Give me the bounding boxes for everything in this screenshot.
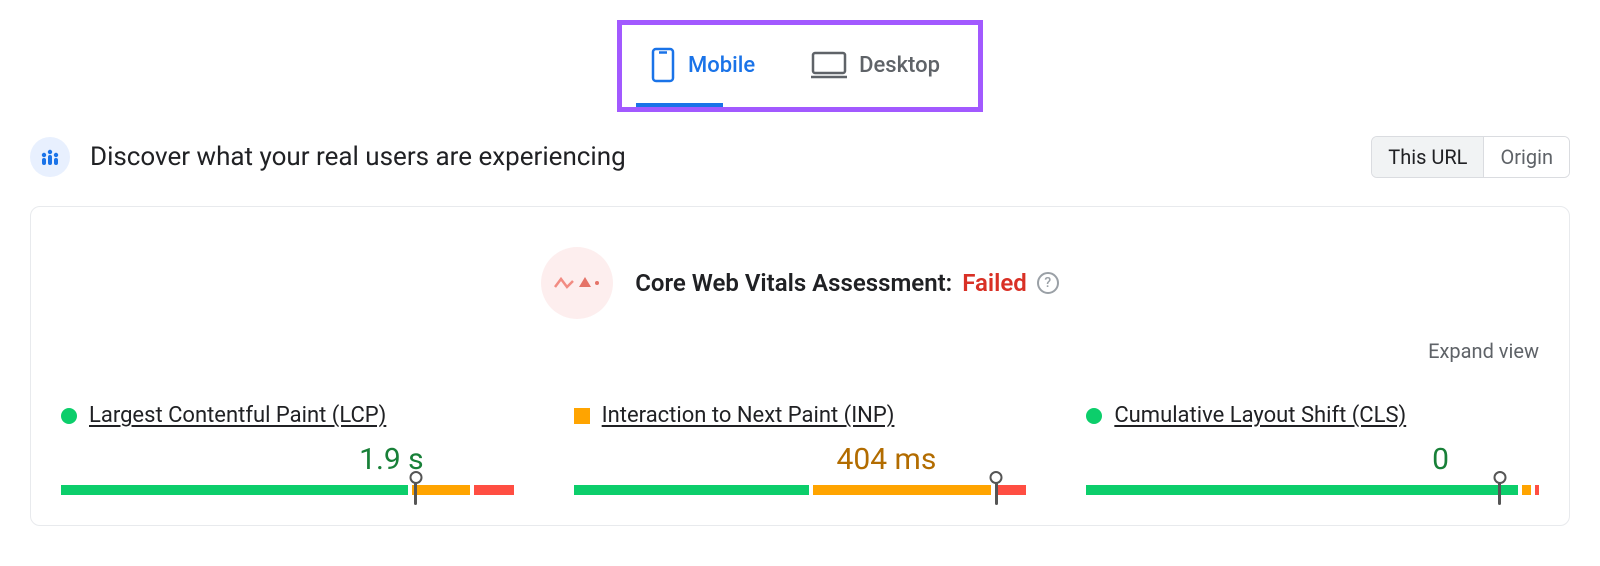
mobile-icon [650, 47, 676, 83]
metric-inp: Interaction to Next Paint (INP) 404 ms [574, 403, 1027, 495]
vitals-card: Core Web Vitals Assessment: Failed ? Exp… [30, 206, 1570, 526]
scope-origin[interactable]: Origin [1483, 137, 1569, 177]
metrics-grid: Largest Contentful Paint (LCP) 1.9 s Int… [61, 403, 1539, 495]
tab-mobile[interactable]: Mobile [632, 35, 773, 97]
bar-seg-ni [1522, 485, 1531, 495]
metric-inp-bar [574, 485, 1027, 495]
tab-desktop-label: Desktop [859, 53, 940, 78]
bar-seg-ni [412, 485, 470, 495]
bar-seg-ni [813, 485, 991, 495]
page-title: Discover what your real users are experi… [90, 142, 626, 172]
header-row: Discover what your real users are experi… [30, 136, 1570, 178]
assessment-status: Failed [962, 269, 1027, 297]
metric-lcp-name[interactable]: Largest Contentful Paint (LCP) [89, 403, 386, 428]
expand-row: Expand view [61, 339, 1539, 363]
metric-cls-bar [1086, 485, 1539, 495]
assessment-label: Core Web Vitals Assessment: [635, 269, 952, 297]
expand-view-link[interactable]: Expand view [1428, 339, 1539, 363]
users-icon [30, 137, 70, 177]
bar-seg-poor [474, 485, 514, 495]
device-tabs: Mobile Desktop [30, 20, 1570, 112]
bar-seg-good [574, 485, 810, 495]
assessment-row: Core Web Vitals Assessment: Failed ? [61, 247, 1539, 319]
metric-lcp: Largest Contentful Paint (LCP) 1.9 s [61, 403, 514, 495]
metric-cls-value: 0 [1086, 442, 1539, 477]
scope-this-url[interactable]: This URL [1372, 137, 1483, 177]
bar-seg-good [1086, 485, 1517, 495]
metric-cls-name[interactable]: Cumulative Layout Shift (CLS) [1114, 403, 1406, 428]
bar-seg-good [61, 485, 408, 495]
metric-cls: Cumulative Layout Shift (CLS) 0 [1086, 403, 1539, 495]
assessment-fail-icon [541, 247, 613, 319]
metric-lcp-value: 1.9 s [61, 442, 514, 477]
bar-seg-poor [995, 485, 1026, 495]
desktop-icon [811, 51, 847, 79]
bar-marker-icon [995, 475, 998, 505]
bar-seg-poor [1535, 485, 1539, 495]
tabs-highlight-box: Mobile Desktop [617, 20, 983, 112]
bar-marker-icon [414, 475, 417, 505]
header-left: Discover what your real users are experi… [30, 137, 626, 177]
status-dot-good-icon [61, 408, 77, 424]
scope-toggle: This URL Origin [1371, 136, 1570, 178]
assessment-text: Core Web Vitals Assessment: Failed ? [635, 269, 1059, 297]
metric-inp-value: 404 ms [574, 442, 1027, 477]
tab-mobile-label: Mobile [688, 53, 755, 78]
metric-inp-name[interactable]: Interaction to Next Paint (INP) [602, 403, 895, 428]
bar-marker-icon [1498, 475, 1501, 505]
status-square-ni-icon [574, 408, 590, 424]
tab-desktop[interactable]: Desktop [793, 39, 958, 93]
status-dot-good-icon [1086, 408, 1102, 424]
metric-lcp-bar [61, 485, 514, 495]
help-icon[interactable]: ? [1037, 272, 1059, 294]
